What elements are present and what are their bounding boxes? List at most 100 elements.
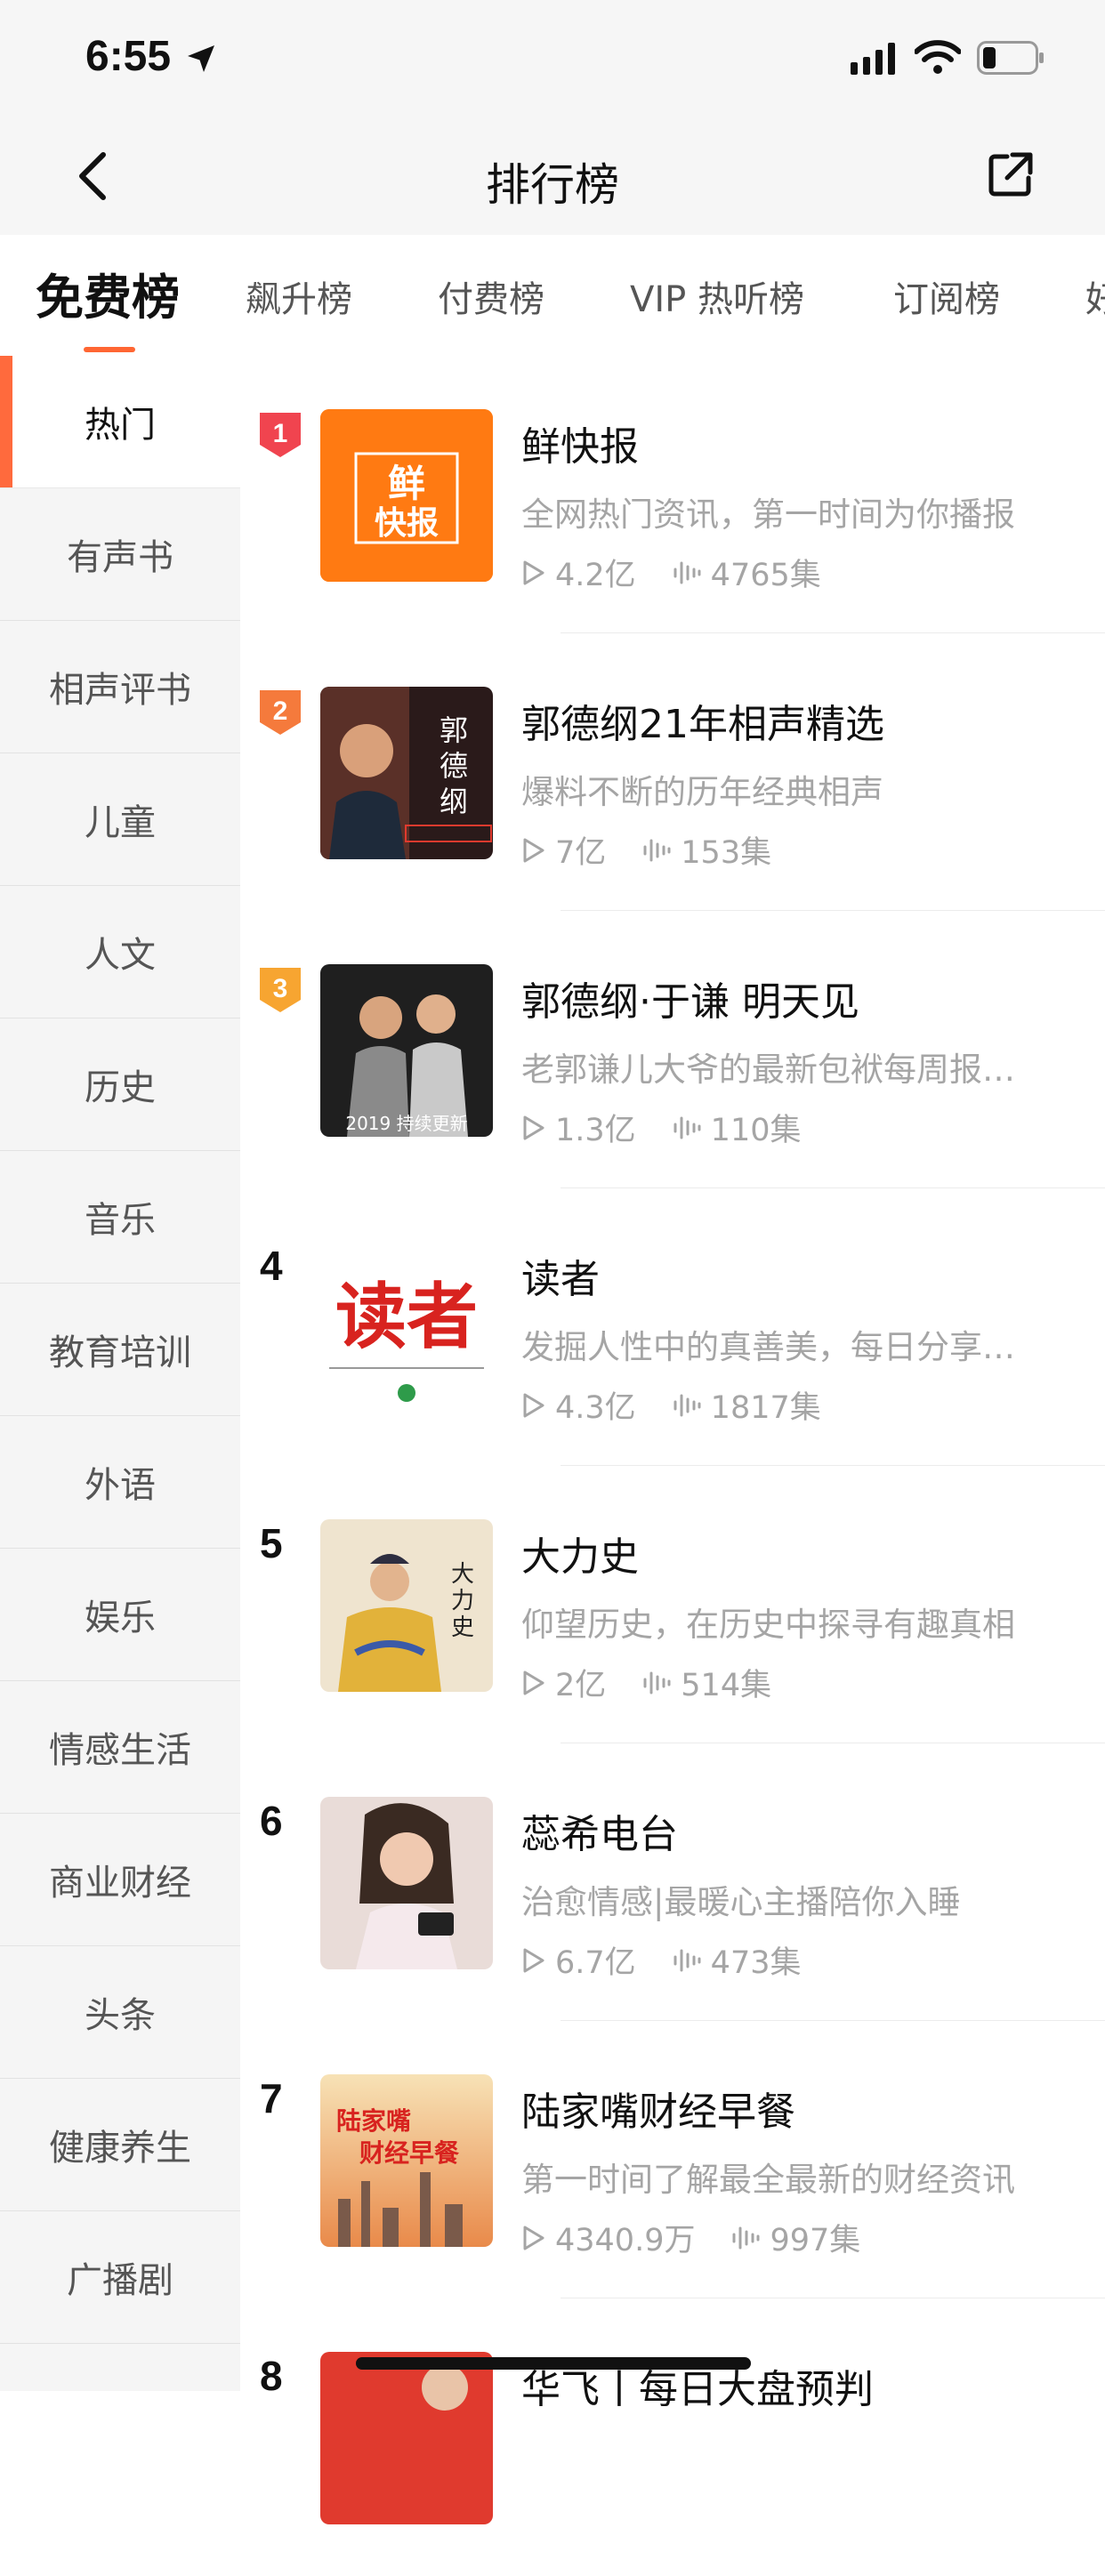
item-meta: 2亿 514集 — [521, 1660, 771, 1705]
item-description: 第一时间了解最全最新的财经资讯 — [521, 2161, 1015, 2199]
status-bar: 6:55 — [0, 0, 1105, 117]
sidebar-item-entertainment[interactable]: 娱乐 — [0, 1549, 240, 1681]
play-icon — [523, 1115, 544, 1139]
svg-text:2019 持续更新: 2019 持续更新 — [345, 1113, 467, 1134]
svg-text:纲: 纲 — [440, 785, 468, 818]
list-item[interactable]: 4 读者 读者 发掘人性中的真善美，每日分享… 4.3亿 1817集 — [240, 1188, 1105, 1466]
sidebar-item-humanities[interactable]: 人文 — [0, 886, 240, 1018]
sidebar-item-radio-drama[interactable]: 广播剧 — [0, 2211, 240, 2344]
item-description: 老郭谦儿大爷的最新包袱每周报… — [521, 1051, 1015, 1089]
play-count: 6.7亿 — [555, 1945, 636, 1981]
item-meta: 4.3亿 1817集 — [521, 1382, 821, 1428]
episode-count: 4765集 — [710, 558, 821, 593]
svg-text:大: 大 — [451, 1561, 474, 1588]
cover-image: 鲜 快报 — [320, 409, 493, 582]
item-meta: 7亿 153集 — [521, 827, 771, 873]
sidebar-item-children[interactable]: 儿童 — [0, 753, 240, 886]
tab-paid[interactable]: 付费榜 — [438, 270, 544, 322]
item-description: 爆料不断的历年经典相声 — [521, 773, 883, 811]
rank-badge-icon: 2 — [260, 690, 301, 735]
play-count: 2亿 — [555, 1668, 607, 1703]
list-item[interactable]: 7 陆家嘴 财经早餐 陆家嘴财经早餐 第一时间了解最全最新的财经资讯 4340.… — [240, 2021, 1105, 2298]
episodes-icon — [673, 1116, 701, 1139]
item-title: 读者 — [521, 1257, 600, 1302]
rank-badge-icon: 1 — [260, 413, 301, 457]
episode-count: 153集 — [681, 835, 772, 871]
sidebar-item-health[interactable]: 健康养生 — [0, 2079, 240, 2211]
play-count: 1.3亿 — [555, 1113, 636, 1148]
sidebar-item-business[interactable]: 商业财经 — [0, 1814, 240, 1946]
play-count: 4340.9万 — [555, 2223, 696, 2258]
home-indicator — [356, 2357, 751, 2370]
rank-badge-number: 1 — [273, 419, 288, 448]
tab-vip-hot[interactable]: VIP 热听榜 — [630, 270, 804, 322]
svg-text:陆家嘴: 陆家嘴 — [336, 2106, 411, 2136]
cover-image — [320, 1797, 493, 1969]
tab-free[interactable]: 免费榜 — [36, 258, 180, 328]
item-title: 大力史 — [521, 1534, 639, 1580]
cover-image: 大 力 史 — [320, 1519, 493, 1692]
cover-image — [320, 2352, 493, 2524]
play-count: 7亿 — [555, 835, 607, 871]
active-tab-indicator — [84, 347, 135, 352]
list-item[interactable]: 1 鲜 快报 鲜快报 全网热门资讯，第一时间为你播报 4.2亿 4765集 — [240, 356, 1105, 633]
list-item[interactable]: 2 郭 德 纲 郭德纲21年相声精选 爆料不断的历年经典相声 7亿 153集 — [240, 633, 1105, 911]
svg-text:德: 德 — [440, 749, 468, 783]
svg-text:快报: 快报 — [375, 505, 439, 542]
tab-rising[interactable]: 飙升榜 — [246, 270, 352, 322]
episodes-icon — [673, 561, 701, 584]
list-item[interactable]: 3 2019 持续更新 郭德纲·于谦 明天见 老郭谦儿大爷的最新包袱每周报… 1… — [240, 911, 1105, 1188]
sidebar-item-emotion[interactable]: 情感生活 — [0, 1681, 240, 1814]
sidebar-item-history[interactable]: 历史 — [0, 1018, 240, 1151]
item-title: 鲜快报 — [521, 424, 639, 470]
item-meta: 4340.9万 997集 — [521, 2215, 860, 2260]
episodes-icon — [732, 2226, 760, 2249]
play-icon — [523, 838, 544, 862]
svg-text:史: 史 — [451, 1614, 474, 1641]
item-meta: 1.3亿 110集 — [521, 1105, 801, 1150]
rank-number: 8 — [260, 2353, 283, 2399]
play-icon — [523, 2226, 544, 2250]
tab-more[interactable]: 好 — [1085, 270, 1105, 322]
ranking-tabs: 免费榜 飙升榜 付费榜 VIP 热听榜 订阅榜 好 — [0, 235, 1105, 357]
play-icon — [523, 560, 544, 584]
cellular-signal-icon — [851, 43, 895, 75]
list-item[interactable]: 6 蕊希电台 治愈情感|最暖心主播陪你入睡 6.7亿 473集 — [240, 1743, 1105, 2021]
rank-badge-number: 3 — [273, 974, 288, 1003]
location-arrow-icon — [188, 45, 214, 72]
sidebar-item-education[interactable]: 教育培训 — [0, 1284, 240, 1416]
episodes-icon — [673, 1394, 701, 1416]
cover-image: 2019 持续更新 — [320, 964, 493, 1137]
svg-text:力: 力 — [451, 1588, 474, 1614]
tab-subscribe[interactable]: 订阅榜 — [893, 270, 1000, 322]
sidebar-item-audiobook[interactable]: 有声书 — [0, 488, 240, 621]
play-icon — [523, 1670, 544, 1695]
rank-number: 4 — [260, 1243, 283, 1289]
rank-number: 7 — [260, 2075, 283, 2121]
item-title: 郭德纲·于谦 明天见 — [521, 979, 859, 1025]
sidebar-item-headlines[interactable]: 头条 — [0, 1946, 240, 2079]
sidebar-item-language[interactable]: 外语 — [0, 1416, 240, 1549]
wifi-icon — [915, 40, 961, 74]
nav-bar: 排行榜 — [0, 117, 1105, 236]
item-title: 蕊希电台 — [521, 1812, 678, 1857]
svg-text:郭: 郭 — [440, 713, 468, 747]
svg-text:读者: 读者 — [335, 1276, 478, 1358]
item-description: 治愈情感|最暖心主播陪你入睡 — [521, 1883, 961, 1921]
play-count: 4.2亿 — [555, 558, 636, 593]
item-meta: 4.2亿 4765集 — [521, 550, 821, 595]
episode-count: 997集 — [770, 2223, 861, 2258]
cover-image: 陆家嘴 财经早餐 — [320, 2074, 493, 2247]
sidebar-item-hot[interactable]: 热门 — [0, 356, 240, 488]
status-time: 6:55 — [85, 33, 172, 80]
play-count: 4.3亿 — [555, 1390, 636, 1426]
sidebar-item-music[interactable]: 音乐 — [0, 1151, 240, 1284]
list-item[interactable]: 8 华飞丨每日大盘预判 — [240, 2298, 1105, 2576]
list-item[interactable]: 5 大 力 史 大力史 仰望历史，在历史中探寻有趣真相 2亿 514集 — [240, 1466, 1105, 1743]
item-meta: 6.7亿 473集 — [521, 1937, 801, 1983]
item-title: 陆家嘴财经早餐 — [521, 2089, 795, 2135]
sidebar-item-crosstalk[interactable]: 相声评书 — [0, 621, 240, 753]
episodes-icon — [673, 1949, 701, 1971]
share-icon[interactable] — [986, 149, 1036, 199]
cover-title: 鲜 — [388, 462, 425, 505]
